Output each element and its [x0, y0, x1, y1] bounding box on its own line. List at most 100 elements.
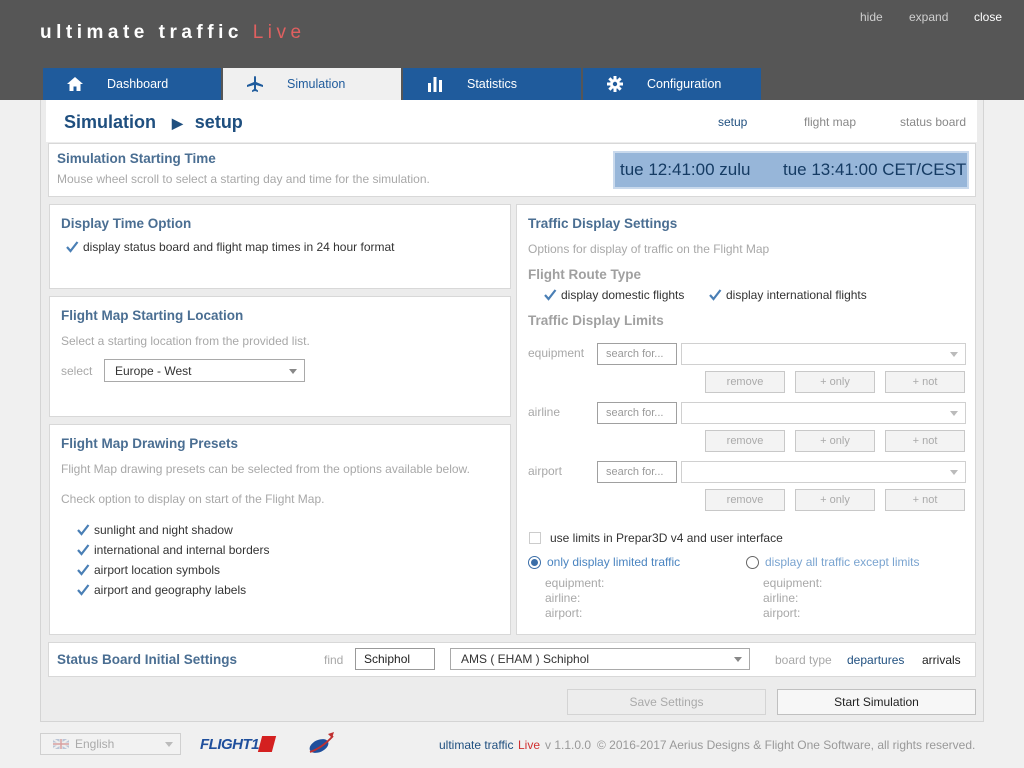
display-time-panel: Display Time Option display status board…	[49, 204, 511, 289]
summary-airport-left: airport:	[545, 606, 583, 620]
save-settings-button[interactable]: Save Settings	[567, 689, 766, 715]
flight1-logo-text: FLIGHT1	[200, 735, 260, 753]
radio-selected-icon	[528, 555, 541, 569]
radio-label: only display limited traffic	[547, 555, 681, 569]
triangle-right-icon: ▶	[172, 115, 183, 131]
route-type-title: Flight Route Type	[528, 267, 641, 282]
traffic-hint: Options for display of traffic on the Fl…	[528, 242, 770, 256]
subnav-status-board[interactable]: status board	[900, 115, 966, 129]
preset-borders-checkbox[interactable]: international and internal borders	[76, 543, 269, 557]
limits-title: Traffic Display Limits	[528, 313, 664, 328]
language-select[interactable]: English	[40, 733, 181, 755]
airport-not-button[interactable]: + not	[885, 489, 965, 511]
preset-sunlight-checkbox[interactable]: sunlight and night shadow	[76, 523, 233, 537]
find-label: find	[324, 653, 344, 667]
status-board-title: Status Board Initial Settings	[57, 652, 238, 667]
status-board-panel: Status Board Initial Settings find Schip…	[48, 642, 976, 677]
start-location-panel: Flight Map Starting Location Select a st…	[49, 296, 511, 417]
local-time[interactable]: tue 13:41:00 CET/CEST	[783, 160, 966, 180]
airport-label: airport	[528, 464, 563, 478]
airline-only-button[interactable]: + only	[795, 430, 875, 452]
domestic-flights-checkbox[interactable]: display domestic flights	[543, 288, 684, 302]
checkbox-label: airport location symbols	[94, 563, 221, 577]
radio-unselected-icon	[746, 555, 759, 569]
airline-select[interactable]	[681, 402, 966, 424]
all-except-limits-radio[interactable]: display all traffic except limits	[746, 555, 920, 569]
checkbox-label: display international flights	[726, 288, 867, 302]
traffic-panel: Traffic Display Settings Options for dis…	[516, 204, 976, 635]
time-display[interactable]: tue 12:41:00 zulu tue 13:41:00 CET/CEST	[613, 151, 969, 189]
24-hour-format-checkbox[interactable]: display status board and flight map time…	[65, 240, 395, 254]
checkbox-label: use limits in Prepar3D v4 and user inter…	[550, 531, 783, 545]
display-time-title: Display Time Option	[61, 216, 192, 231]
airport-search-input[interactable]: search for...	[597, 461, 677, 483]
airline-remove-button[interactable]: remove	[705, 430, 785, 452]
chevron-down-icon	[289, 368, 297, 374]
start-location-title: Flight Map Starting Location	[61, 308, 244, 323]
airport-remove-button[interactable]: remove	[705, 489, 785, 511]
expand-button[interactable]: expand	[909, 10, 948, 24]
tab-label: Statistics	[467, 77, 518, 91]
gear-icon	[605, 76, 625, 92]
checkmark-icon	[76, 523, 90, 537]
airport-board-select-value: AMS ( EHAM ) Schiphol	[461, 652, 590, 666]
subnav-setup[interactable]: setup	[718, 115, 747, 129]
preset-labels-checkbox[interactable]: airport and geography labels	[76, 583, 246, 597]
subnav-flight-map[interactable]: flight map	[804, 115, 856, 129]
checkmark-icon	[76, 563, 90, 577]
radio-label: display all traffic except limits	[765, 555, 920, 569]
footer-product-main: ultimate traffic	[439, 738, 514, 752]
tab-dashboard[interactable]: Dashboard	[43, 68, 221, 100]
location-select[interactable]: Europe - West	[104, 359, 305, 382]
equipment-search-input[interactable]: search for...	[597, 343, 677, 365]
simulation-setup-page: Simulation ▶ setup setup flight map status…	[40, 100, 984, 722]
start-simulation-button[interactable]: Start Simulation	[777, 689, 976, 715]
departures-option[interactable]: departures	[847, 653, 904, 667]
chevron-down-icon	[734, 657, 742, 662]
tab-label: Dashboard	[107, 77, 169, 91]
chevron-down-icon	[950, 470, 958, 475]
arrivals-option[interactable]: arrivals	[922, 653, 961, 667]
equipment-only-button[interactable]: + only	[795, 371, 875, 393]
use-limits-checkbox[interactable]: use limits in Prepar3D v4 and user inter…	[528, 531, 783, 545]
main-tabs: Dashboard Simulation Statistics Configur…	[43, 68, 763, 100]
airline-not-button[interactable]: + not	[885, 430, 965, 452]
footer-product-live: Live	[518, 738, 541, 752]
checkbox-empty-icon	[528, 531, 542, 545]
tab-statistics[interactable]: Statistics	[403, 68, 581, 100]
presets-hint-2: Check option to display on start of the …	[61, 492, 325, 506]
app-header: ultimate traffic Live hide expand close …	[0, 0, 1024, 100]
airline-search-input[interactable]: search for...	[597, 402, 677, 424]
tab-configuration[interactable]: Configuration	[583, 68, 761, 100]
close-button[interactable]: close	[974, 10, 1002, 24]
select-label: select	[61, 364, 93, 378]
checkbox-label: display status board and flight map time…	[83, 240, 395, 254]
presets-title: Flight Map Drawing Presets	[61, 436, 239, 451]
language-value: English	[75, 737, 115, 751]
chevron-down-icon	[165, 742, 173, 747]
find-input[interactable]: Schiphol	[355, 648, 435, 670]
zulu-time[interactable]: tue 12:41:00 zulu	[620, 160, 750, 180]
equipment-not-button[interactable]: + not	[885, 371, 965, 393]
preset-airport-symbols-checkbox[interactable]: airport location symbols	[76, 563, 220, 577]
checkmark-icon	[708, 288, 722, 302]
checkbox-label: international and internal borders	[94, 543, 270, 557]
footer-version: v 1.1.0.0	[545, 738, 592, 752]
board-type-label: board type	[775, 653, 832, 667]
airport-select[interactable]	[681, 461, 966, 483]
app-title-live: Live	[252, 22, 306, 43]
equipment-select[interactable]	[681, 343, 966, 365]
only-limited-radio[interactable]: only display limited traffic	[528, 555, 680, 569]
airport-board-select[interactable]: AMS ( EHAM ) Schiphol	[450, 648, 750, 670]
tab-label: Configuration	[647, 77, 722, 91]
tab-simulation[interactable]: Simulation	[223, 68, 401, 100]
hide-button[interactable]: hide	[860, 10, 883, 24]
checkmark-icon	[543, 288, 557, 302]
airport-only-button[interactable]: + only	[795, 489, 875, 511]
breadcrumb-page: setup	[194, 112, 243, 132]
breadcrumb-section: Simulation	[64, 112, 157, 132]
equipment-remove-button[interactable]: remove	[705, 371, 785, 393]
footer-copyright: © 2016-2017 Aerius Designs & Flight One …	[597, 738, 976, 752]
international-flights-checkbox[interactable]: display international flights	[708, 288, 867, 302]
summary-airline-left: airline:	[545, 591, 581, 605]
